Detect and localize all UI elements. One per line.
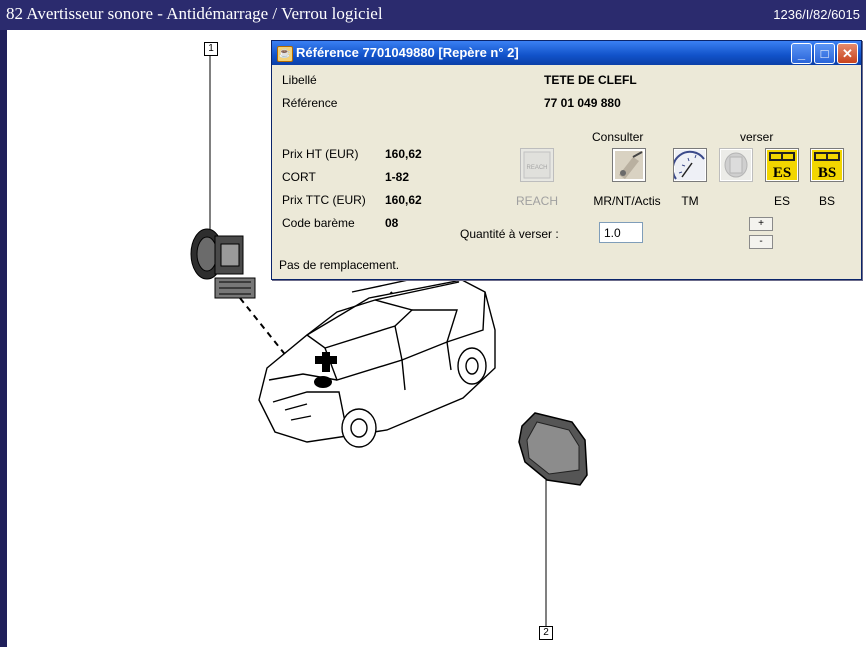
tm-button[interactable] bbox=[671, 148, 707, 182]
cort-value: 1-82 bbox=[385, 170, 410, 184]
prix-ht-label: Prix HT (EUR) bbox=[282, 147, 359, 161]
bs-caption: BS bbox=[818, 194, 835, 208]
bs-document-icon: BS bbox=[812, 150, 842, 181]
minimize-icon: _ bbox=[797, 46, 806, 61]
header-bar: 82 Avertisseur sonore - Antidémarrage / … bbox=[0, 0, 866, 30]
code-bareme-label: Code barème bbox=[282, 216, 355, 230]
es-document-icon: ES bbox=[767, 150, 797, 181]
callout-1[interactable]: 1 bbox=[204, 42, 218, 56]
vehicle-illustration bbox=[258, 275, 496, 448]
reach-button[interactable]: REACH bbox=[520, 148, 554, 182]
dialog-titlebar[interactable]: ☕ Référence 7701049880 [Repère n° 2] _ □… bbox=[272, 41, 861, 65]
clock-gauge-icon bbox=[671, 150, 705, 180]
replacement-status: Pas de remplacement. bbox=[279, 258, 400, 272]
quantity-increment-button[interactable]: + bbox=[749, 217, 773, 231]
close-button[interactable]: ✕ bbox=[837, 43, 858, 64]
es-button[interactable]: ES bbox=[765, 148, 799, 182]
verser-heading: verser bbox=[740, 130, 774, 144]
maximize-icon: □ bbox=[820, 46, 829, 61]
mr-nt-actis-caption: MR/NT/Actis bbox=[593, 194, 661, 208]
dialog-title: Référence 7701049880 [Repère n° 2] bbox=[296, 45, 519, 60]
tm-caption: TM bbox=[681, 194, 699, 208]
quantity-input[interactable] bbox=[599, 222, 643, 243]
reach-icon-text: REACH bbox=[526, 165, 547, 171]
part-2-key-head bbox=[518, 412, 588, 486]
maximize-button[interactable]: □ bbox=[814, 43, 835, 64]
left-border bbox=[0, 30, 7, 647]
cort-label: CORT bbox=[282, 170, 316, 184]
quantity-label: Quantité à verser : bbox=[460, 227, 559, 241]
reference-label: Référence bbox=[282, 96, 338, 110]
svg-text:BS: BS bbox=[818, 165, 836, 181]
quantity-decrement-button[interactable]: - bbox=[749, 235, 773, 249]
libelle-label: Libellé bbox=[282, 73, 317, 87]
reference-value: 77 01 049 880 bbox=[544, 96, 621, 110]
cylinder-icon bbox=[721, 150, 751, 180]
java-app-icon: ☕ bbox=[277, 46, 293, 62]
document-reference: 1236/I/82/6015 bbox=[773, 7, 860, 22]
document-pen-icon bbox=[615, 151, 643, 179]
prix-ttc-label: Prix TTC (EUR) bbox=[282, 193, 366, 207]
callout-2[interactable]: 2 bbox=[539, 626, 553, 640]
svg-text:ES: ES bbox=[773, 165, 791, 181]
prix-ttc-value: 160,62 bbox=[385, 193, 422, 207]
code-bareme-value: 08 bbox=[385, 216, 399, 230]
reference-dialog: ☕ Référence 7701049880 [Repère n° 2] _ □… bbox=[271, 40, 862, 280]
consulter-heading: Consulter bbox=[592, 130, 644, 144]
reach-caption: REACH bbox=[515, 194, 558, 208]
prix-ht-value: 160,62 bbox=[385, 147, 422, 161]
es-caption: ES bbox=[773, 194, 790, 208]
bs-button[interactable]: BS bbox=[810, 148, 844, 182]
reach-icon: REACH bbox=[523, 151, 551, 179]
verser-disabled-button[interactable] bbox=[719, 148, 753, 182]
part-1-switch bbox=[190, 228, 256, 299]
libelle-value: TETE DE CLEFL bbox=[544, 73, 637, 87]
mr-nt-actis-button[interactable] bbox=[612, 148, 646, 182]
minimize-button[interactable]: _ bbox=[791, 43, 812, 64]
close-icon: ✕ bbox=[842, 46, 853, 61]
page-title: 82 Avertisseur sonore - Antidémarrage / … bbox=[6, 4, 383, 23]
